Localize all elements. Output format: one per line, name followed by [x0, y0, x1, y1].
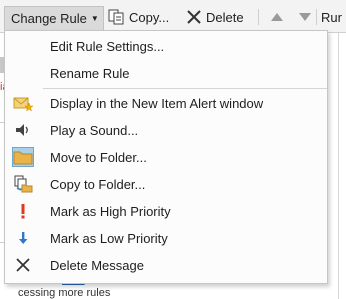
list-divider — [338, 33, 339, 299]
menu-item-label: Rename Rule — [50, 65, 130, 81]
speaker-icon — [12, 120, 34, 140]
delete-label: Delete — [206, 9, 244, 25]
x-icon — [187, 10, 201, 24]
menu-separator — [43, 88, 327, 89]
copy-to-folder-icon — [12, 174, 34, 194]
copy-label: Copy... — [129, 9, 170, 25]
move-up-button[interactable] — [270, 6, 284, 28]
chevron-down-icon: ▼ — [90, 14, 99, 23]
change-rule-menu: Edit Rule Settings... Rename Rule Displa… — [4, 30, 328, 284]
menu-item-play-sound[interactable]: Play a Sound... — [6, 118, 326, 142]
triangle-down-icon — [299, 13, 311, 21]
x-icon — [12, 255, 34, 275]
run-rules-button[interactable]: Rur — [321, 6, 342, 28]
menu-item-label: Delete Message — [50, 257, 144, 273]
menu-item-label: Move to Folder... — [50, 149, 147, 165]
stop-processing-text: cessing more rules — [18, 287, 111, 299]
exclamation-icon — [12, 201, 34, 221]
envelope-star-icon — [12, 93, 34, 113]
menu-item-label: Mark as High Priority — [50, 203, 171, 219]
menu-item-move-to-folder[interactable]: Move to Folder... — [6, 145, 326, 169]
down-arrow-icon — [12, 228, 34, 248]
rule-description-line-2: cessing more rules — [0, 287, 110, 299]
menu-item-delete-message[interactable]: Delete Message — [6, 253, 326, 277]
menu-item-copy-to-folder[interactable]: Copy to Folder... — [6, 172, 326, 196]
menu-item-rename-rule[interactable]: Rename Rule — [6, 61, 326, 85]
move-down-button[interactable] — [298, 6, 312, 28]
menu-item-label: Edit Rule Settings... — [50, 38, 165, 54]
menu-item-label: Play a Sound... — [50, 122, 139, 138]
toolbar-separator — [258, 9, 259, 25]
run-label: Rur — [321, 9, 342, 25]
rules-toolbar: Change Rule ▼ Copy... Delete Rur — [0, 0, 346, 33]
menu-item-mark-low-priority[interactable]: Mark as Low Priority — [6, 226, 326, 250]
copy-rule-button[interactable]: Copy... — [108, 6, 169, 28]
triangle-up-icon — [271, 13, 283, 21]
copy-icon — [108, 9, 124, 25]
delete-rule-button[interactable]: Delete — [186, 6, 244, 28]
toolbar-separator — [316, 9, 317, 25]
menu-item-mark-high-priority[interactable]: Mark as High Priority — [6, 199, 326, 223]
menu-item-display-alert[interactable]: Display in the New Item Alert window — [6, 91, 326, 115]
change-rule-label: Change Rule — [11, 11, 87, 26]
menu-item-label: Copy to Folder... — [50, 176, 146, 192]
menu-item-label: Mark as Low Priority — [50, 230, 168, 246]
change-rule-button[interactable]: Change Rule ▼ — [4, 6, 104, 30]
menu-item-edit-rule-settings[interactable]: Edit Rule Settings... — [6, 34, 326, 58]
menu-item-label: Display in the New Item Alert window — [50, 95, 264, 111]
folder-icon — [12, 147, 34, 167]
